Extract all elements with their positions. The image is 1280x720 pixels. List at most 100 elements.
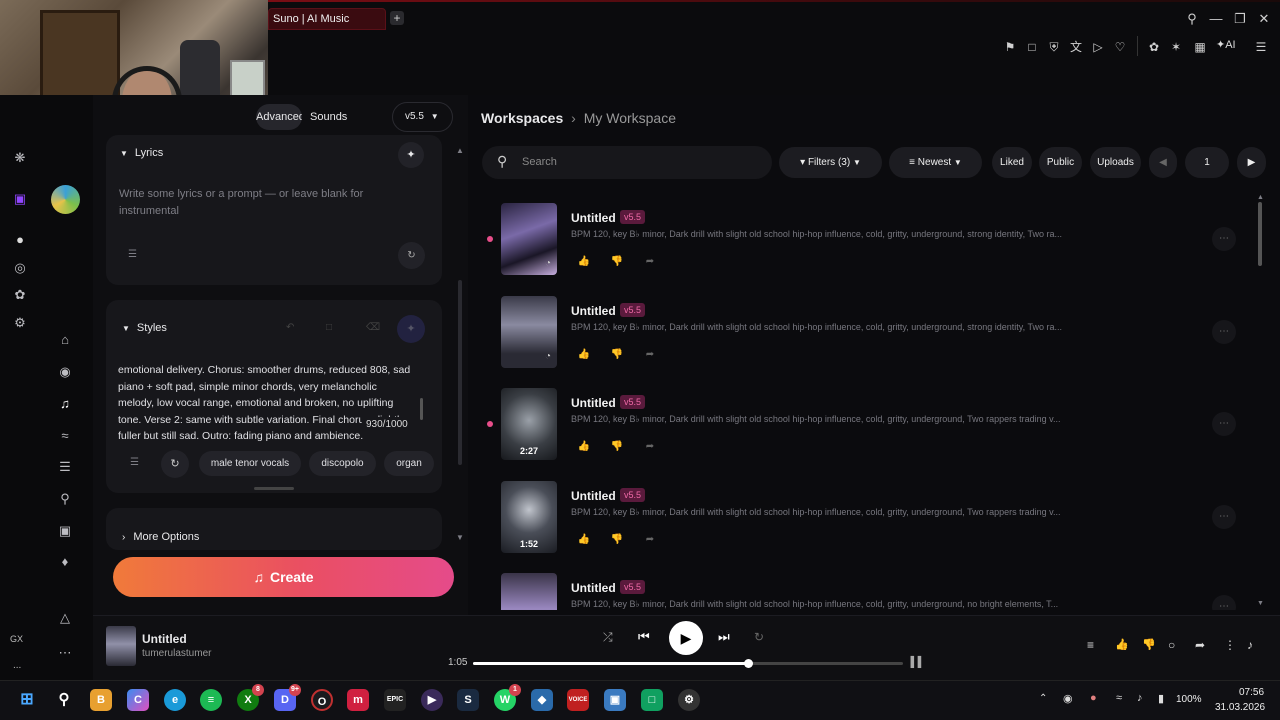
styles-wand-icon[interactable]: ✦ (397, 315, 425, 343)
thumbs-down-icon[interactable]: 👎 (610, 348, 624, 362)
search-icon[interactable]: ⚲ (1183, 10, 1201, 28)
pin-icon[interactable]: ⚑ (1001, 38, 1019, 56)
next-icon[interactable]: ⏭ (718, 629, 730, 645)
song-thumbnail[interactable]: ◔ (501, 203, 557, 275)
wifi-icon[interactable]: ≈ (1116, 692, 1122, 704)
opera-gx-icon[interactable]: O (311, 689, 333, 711)
song-title[interactable]: Untitled (571, 211, 616, 225)
create-button[interactable]: ♫ Create (113, 557, 454, 597)
avatar[interactable] (51, 185, 80, 214)
style-chip[interactable]: male tenor vocals (199, 451, 301, 476)
song-thumbnail[interactable] (501, 573, 557, 610)
atom-icon[interactable]: ❋ (10, 148, 30, 168)
microphone-icon[interactable]: ● (1090, 692, 1097, 704)
settings-icon[interactable]: ⚙ (10, 313, 30, 333)
app-icon[interactable]: m (347, 689, 369, 711)
sort-button[interactable]: ≡ Newest ▼ (889, 147, 982, 178)
now-playing-title[interactable]: Untitled (142, 632, 187, 646)
spotify-icon[interactable]: ● (10, 230, 30, 250)
library-icon[interactable]: ☰ (55, 457, 75, 477)
prev-page-icon[interactable]: ◀ (1149, 147, 1177, 178)
search-icon[interactable]: ⚲ (53, 689, 75, 711)
extension-icon[interactable]: ✿ (10, 285, 30, 305)
scroll-down-icon[interactable]: ▼ (456, 533, 464, 542)
xbox-icon[interactable]: X8 (237, 684, 264, 711)
volume-icon[interactable]: ♪ (1247, 638, 1253, 652)
previous-icon[interactable]: ⏮ (638, 629, 650, 645)
song-thumbnail[interactable]: 2:27 (501, 388, 557, 460)
library-icon[interactable]: ☰ (128, 249, 137, 260)
more-icon[interactable]: ⋯ (1212, 412, 1236, 436)
whatsapp-icon[interactable]: W1 (494, 684, 521, 711)
trash-icon[interactable]: ⌫ (366, 322, 380, 333)
edge-icon[interactable]: e (164, 689, 186, 711)
comment-icon[interactable]: ○ (1168, 638, 1175, 652)
gx-label[interactable]: GX (10, 634, 23, 644)
app-icon[interactable]: ⚙ (678, 689, 700, 711)
progress-track[interactable] (473, 659, 903, 668)
tray-chevron-icon[interactable]: ⌃ (1039, 693, 1047, 704)
next-page-icon[interactable]: ▶ (1237, 147, 1266, 178)
thumbs-up-icon[interactable]: 👍 (577, 533, 591, 547)
liked-filter[interactable]: Liked (992, 147, 1032, 178)
undo-icon[interactable]: ↶ (286, 322, 294, 333)
share-icon[interactable]: ➦ (643, 533, 657, 547)
more-icon[interactable]: ⋯ (1212, 320, 1236, 344)
thumbs-down-icon[interactable]: 👎 (1142, 638, 1156, 651)
tab-sounds[interactable]: Sounds (310, 104, 347, 130)
share-icon[interactable]: ➦ (643, 255, 657, 269)
epic-games-icon[interactable]: EPIC (384, 689, 406, 711)
copy-icon[interactable]: □ (326, 322, 332, 333)
left-panel-scrollbar[interactable] (458, 280, 462, 465)
notifications-icon[interactable]: ♦ (55, 552, 75, 572)
tab-advanced[interactable]: Advanced (256, 104, 302, 130)
thumbs-up-icon[interactable]: 👍 (577, 348, 591, 362)
windows-start-icon[interactable]: ⊞ (16, 689, 38, 711)
share-icon[interactable]: ➦ (1195, 638, 1205, 652)
extension-icon[interactable]: ✶ (1167, 38, 1185, 56)
magic-wand-icon[interactable]: ✦ (398, 142, 424, 168)
app-icon[interactable]: □ (641, 689, 663, 711)
song-title[interactable]: Untitled (571, 489, 616, 503)
more-options-header[interactable]: › More Options (122, 531, 199, 543)
thumbs-up-icon[interactable]: 👍 (1115, 638, 1129, 651)
spotify-icon[interactable]: ≡ (200, 689, 222, 711)
lyrics-header[interactable]: ▼ Lyrics (120, 147, 163, 159)
more-icon[interactable]: ⋯ (1212, 227, 1236, 251)
copilot-icon[interactable]: C (127, 689, 149, 711)
chips-scrollbar[interactable] (254, 487, 294, 490)
scroll-up-icon[interactable]: ▲ (1257, 194, 1264, 201)
brave-icon[interactable]: B (90, 689, 112, 711)
repeat-icon[interactable]: ↻ (754, 630, 764, 644)
clock-date[interactable]: 31.03.2026 (1215, 702, 1265, 713)
song-row[interactable]: Untitled v5.5 BPM 120, key B♭ minor, Dar… (490, 573, 1250, 610)
song-row[interactable]: ◔ Untitled v5.5 BPM 120, key B♭ minor, D… (487, 203, 1250, 283)
thumbs-down-icon[interactable]: 👎 (610, 440, 624, 454)
shield-icon[interactable]: ⛨ (1045, 38, 1063, 56)
song-thumbnail[interactable]: 1:52 (501, 481, 557, 553)
more-options-card[interactable] (106, 508, 442, 550)
steam-tray-icon[interactable]: ◉ (1063, 692, 1073, 705)
extension-icon[interactable]: ▦ (1191, 38, 1209, 56)
inbox-icon[interactable]: ▣ (55, 521, 75, 541)
translate-icon[interactable]: 文 (1067, 38, 1085, 56)
steam-icon[interactable]: S (457, 689, 479, 711)
play-icon[interactable]: ▷ (1089, 38, 1107, 56)
app-icon[interactable]: ◆ (531, 689, 553, 711)
extension-icon[interactable]: ✿ (1145, 38, 1163, 56)
thumbs-down-icon[interactable]: 👎 (610, 533, 624, 547)
now-playing-artist[interactable]: tumerulastumer (142, 648, 211, 659)
waveform-icon[interactable]: ▐▐ (907, 657, 921, 668)
new-tab-button[interactable]: + (390, 11, 404, 25)
public-filter[interactable]: Public (1039, 147, 1082, 178)
app-icon[interactable]: ▣ (604, 689, 626, 711)
thumbs-up-icon[interactable]: 👍 (577, 255, 591, 269)
discord-icon[interactable]: D 9+ (274, 684, 301, 711)
shuffle-icon[interactable]: ⤮ (603, 630, 613, 645)
browser-tab[interactable]: Suno | AI Music (268, 8, 386, 30)
now-playing-thumbnail[interactable] (106, 626, 136, 666)
create-nav-icon[interactable]: ♫ (55, 394, 75, 414)
queue-icon[interactable]: ≡ (1087, 638, 1094, 652)
clock-time[interactable]: 07:56 (1239, 687, 1264, 698)
thumbs-down-icon[interactable]: 👎 (610, 255, 624, 269)
